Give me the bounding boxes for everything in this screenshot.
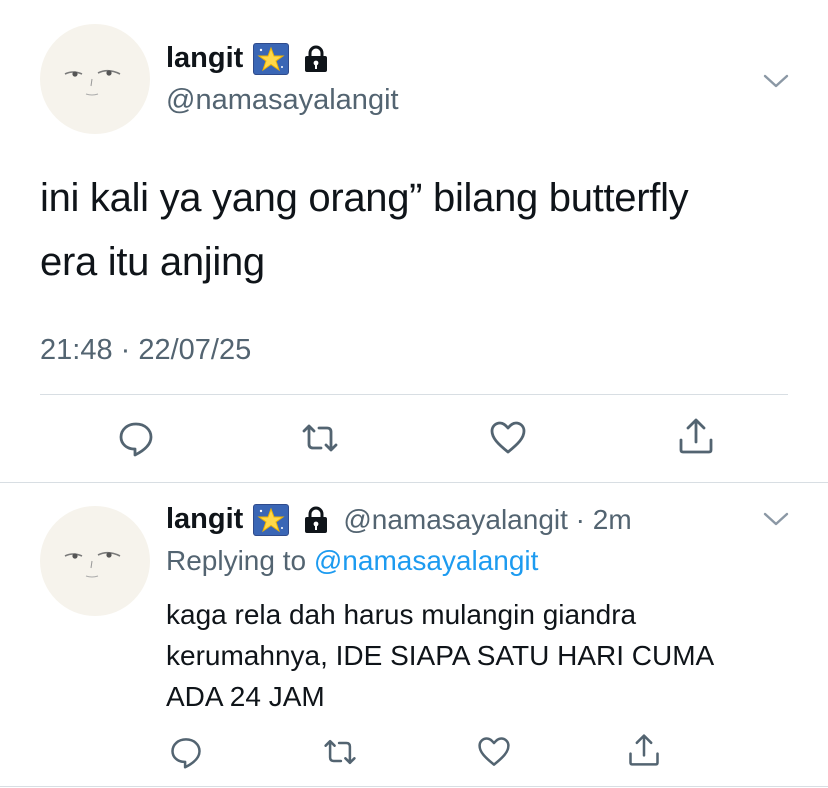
tweet-text-line: era itu anjing (40, 240, 265, 284)
share-icon[interactable] (626, 732, 662, 768)
avatar-face-drawing (64, 69, 121, 96)
display-name[interactable]: langit (166, 503, 243, 536)
chevron-down-icon[interactable] (762, 72, 790, 90)
avatar-face-drawing (64, 551, 121, 578)
reply-icon[interactable] (168, 734, 204, 770)
divider (0, 482, 828, 483)
lock-icon (303, 45, 329, 73)
lock-icon (303, 506, 329, 534)
reply-author-row: langit @namasayalangit · 2m (166, 503, 632, 536)
replying-to-handle-link[interactable]: @namasayalangit (314, 545, 539, 576)
reply-icon[interactable] (116, 418, 156, 458)
replying-to-label: Replying to (166, 545, 307, 576)
timestamp[interactable]: 21:48 · 22/07/25 (40, 334, 251, 367)
like-icon[interactable] (476, 734, 512, 770)
avatar[interactable] (40, 24, 150, 134)
tweet-text: ini kali ya yang orang” bilang butterfly… (40, 166, 689, 294)
reply-text: kaga rela dah harus mulangin giandra ker… (166, 594, 806, 717)
star-emoji-icon (253, 503, 290, 536)
replying-to: Replying to @namasayalangit (166, 545, 538, 577)
divider (40, 394, 788, 395)
tweet-text-line: ini kali ya yang orang” bilang butterfly (40, 176, 689, 220)
like-icon[interactable] (488, 418, 528, 458)
retweet-icon[interactable] (300, 418, 340, 458)
reply-text-line: kerumahnya, IDE SIAPA SATU HARI CUMA (166, 640, 715, 671)
star-emoji-icon (253, 42, 290, 75)
reply-text-line: ADA 24 JAM (166, 681, 325, 712)
share-icon[interactable] (676, 416, 716, 456)
chevron-down-icon[interactable] (762, 510, 790, 528)
divider (0, 786, 828, 787)
avatar[interactable] (40, 506, 150, 616)
reply-text-line: kaga rela dah harus mulangin giandra (166, 599, 637, 630)
display-name[interactable]: langit (166, 42, 243, 75)
author-name-row: langit (166, 42, 329, 75)
retweet-icon[interactable] (322, 734, 358, 770)
handle[interactable]: @namasayalangit (166, 84, 399, 117)
handle-and-time[interactable]: @namasayalangit · 2m (343, 504, 631, 536)
